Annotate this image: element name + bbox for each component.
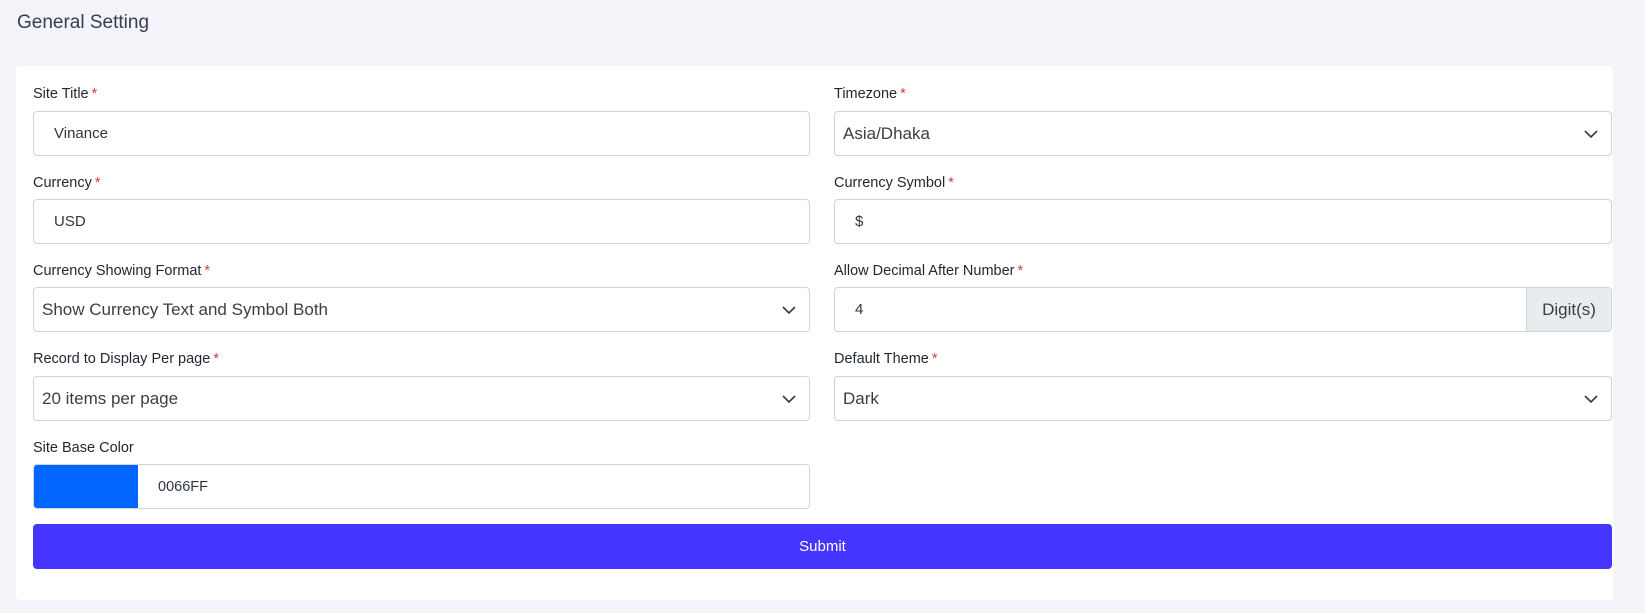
timezone-label: Timezone *	[834, 86, 906, 102]
currency-format-label-text: Currency Showing Format	[33, 263, 202, 279]
chevron-down-icon	[1584, 129, 1598, 138]
currency-symbol-label-text: Currency Symbol	[834, 175, 946, 191]
chevron-down-icon	[782, 394, 796, 403]
required-mark: *	[213, 351, 219, 367]
required-mark: *	[931, 351, 938, 367]
required-mark: *	[91, 86, 98, 102]
timezone-select[interactable]: Asia/Dhaka	[834, 111, 1612, 156]
currency-symbol-label: Currency Symbol *	[834, 175, 954, 191]
currency-format-label: Currency Showing Format *	[33, 263, 210, 279]
decimal-label: Allow Decimal After Number *	[834, 263, 1023, 279]
submit-button[interactable]: Submit	[33, 524, 1612, 569]
site-title-label-text: Site Title	[33, 86, 89, 102]
base-color-label-text: Site Base Color	[33, 440, 134, 456]
required-mark: *	[204, 263, 211, 279]
timezone-value: Asia/Dhaka	[843, 123, 930, 143]
chevron-down-icon	[1584, 394, 1598, 403]
per-page-value: 20 items per page	[42, 388, 179, 408]
page-title: General Setting	[17, 12, 150, 33]
decimal-label-text: Allow Decimal After Number	[834, 263, 1015, 279]
currency-symbol-input[interactable]: $	[834, 199, 1612, 244]
decimal-input-group[interactable]: 4 Digit(s)	[834, 287, 1612, 332]
base-color-value: 0066FF	[158, 478, 208, 495]
required-mark: *	[94, 175, 101, 191]
required-mark: *	[900, 86, 906, 102]
color-swatch[interactable]	[34, 465, 138, 508]
per-page-label: Record to Display Per page *	[33, 351, 219, 367]
required-mark: *	[1017, 263, 1024, 279]
site-title-value: Vinance	[54, 125, 108, 142]
currency-format-value: Show Currency Text and Symbol Both	[42, 299, 328, 319]
currency-format-select[interactable]: Show Currency Text and Symbol Both	[33, 287, 810, 332]
per-page-select[interactable]: 20 items per page	[33, 376, 810, 421]
base-color-input[interactable]: 0066FF	[33, 464, 810, 509]
theme-label-text: Default Theme	[834, 351, 929, 367]
digits-addon: Digit(s)	[1526, 288, 1611, 331]
required-mark: *	[948, 175, 954, 191]
currency-input[interactable]: USD	[33, 199, 810, 244]
per-page-label-text: Record to Display Per page	[33, 351, 211, 367]
theme-value: Dark	[843, 388, 879, 408]
currency-label-text: Currency	[33, 175, 92, 191]
site-title-label: Site Title *	[33, 86, 97, 102]
base-color-label: Site Base Color	[33, 440, 134, 456]
theme-select[interactable]: Dark	[834, 376, 1612, 421]
chevron-down-icon	[782, 305, 796, 314]
decimal-value: 4	[855, 301, 864, 318]
currency-label: Currency *	[33, 175, 100, 191]
theme-label: Default Theme *	[834, 351, 938, 367]
site-title-input[interactable]: Vinance	[33, 111, 810, 156]
timezone-label-text: Timezone	[834, 86, 898, 102]
currency-symbol-value: $	[855, 213, 864, 230]
currency-value: USD	[54, 213, 86, 230]
